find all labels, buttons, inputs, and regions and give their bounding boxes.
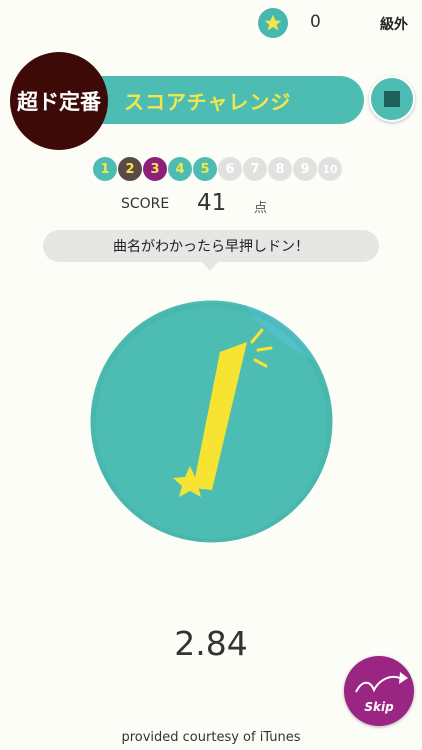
score-value: 41 bbox=[197, 190, 227, 216]
stop-icon bbox=[384, 91, 400, 107]
question-dot: 10 bbox=[318, 157, 342, 181]
question-dot: 6 bbox=[218, 157, 242, 181]
category-logo-text: 超ド定番 bbox=[17, 89, 101, 114]
score-unit: 点 bbox=[254, 201, 268, 216]
stop-button[interactable] bbox=[369, 76, 415, 122]
question-dot: 4 bbox=[168, 157, 192, 181]
skip-arrow-icon bbox=[355, 672, 408, 693]
category-logo: 超ド定番 bbox=[10, 52, 108, 150]
question-dot: 8 bbox=[268, 157, 292, 181]
question-progress: 1 2 3 4 5 6 7 8 9 10 bbox=[93, 157, 342, 181]
prompt-text: 曲名がわかったら早押しドン！ bbox=[113, 239, 309, 255]
question-dot: 5 bbox=[193, 157, 217, 181]
skip-label: Skip bbox=[364, 700, 394, 714]
skip-button[interactable]: Skip bbox=[344, 656, 414, 726]
prompt-bubble-tail bbox=[201, 261, 219, 271]
rank-label: 級外 bbox=[380, 17, 408, 33]
question-dot: 3 bbox=[143, 157, 167, 181]
question-dot: 9 bbox=[293, 157, 317, 181]
mode-title: スコアチャレンジ bbox=[124, 90, 292, 114]
buzzer-button[interactable] bbox=[90, 300, 333, 543]
exclamation-star-icon bbox=[90, 300, 333, 543]
star-coin-icon bbox=[258, 8, 288, 38]
star-count: 0 bbox=[310, 12, 321, 32]
prompt-bubble: 曲名がわかったら早押しドン！ bbox=[43, 230, 379, 262]
question-dot: 1 bbox=[93, 157, 117, 181]
question-dot: 2 bbox=[118, 157, 142, 181]
itunes-credit: provided courtesy of iTunes bbox=[121, 730, 301, 745]
score-label: SCORE bbox=[121, 196, 170, 212]
question-dot: 7 bbox=[243, 157, 267, 181]
